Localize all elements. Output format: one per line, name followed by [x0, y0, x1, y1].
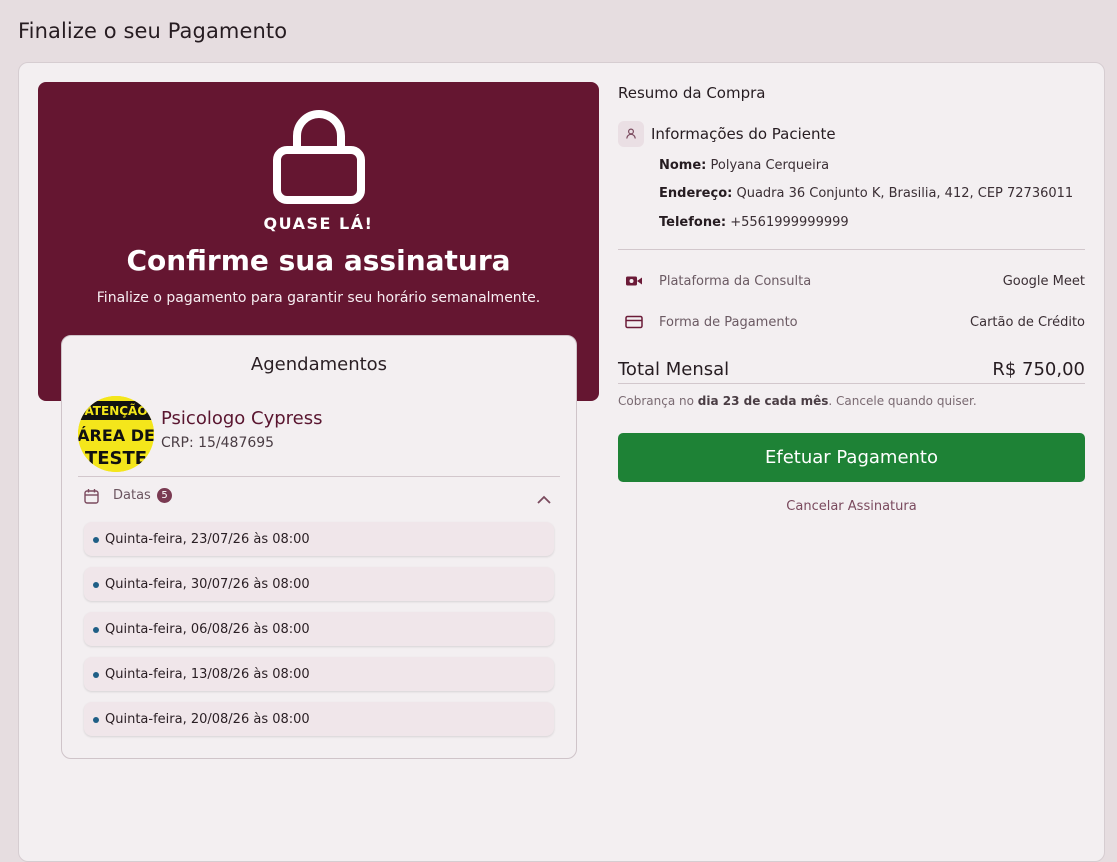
- phone-value: +5561999999999: [730, 215, 849, 230]
- avatar-text-3: TESTE: [85, 448, 147, 469]
- bullet-icon: [93, 672, 99, 678]
- page-title: Finalize o seu Pagamento: [18, 19, 288, 43]
- phone-label: Telefone:: [659, 215, 727, 230]
- name-value: Polyana Cerqueira: [710, 158, 830, 173]
- avatar-text-2: ÁREA DE: [78, 426, 154, 445]
- avatar-text-1: ATENÇÃO: [84, 403, 147, 418]
- hero-title: Confirme sua assinatura: [126, 244, 511, 277]
- date-text: Quinta-feira, 30/07/26 às 08:00: [105, 577, 310, 592]
- date-item: Quinta-feira, 30/07/26 às 08:00: [84, 567, 554, 601]
- psychologist-name: Psicologo Cypress: [161, 408, 323, 429]
- billing-suffix: . Cancele quando quiser.: [828, 394, 977, 408]
- platform-value: Google Meet: [1002, 274, 1085, 289]
- payment-method-label: Forma de Pagamento: [659, 315, 798, 330]
- dates-label: Datas: [113, 488, 151, 503]
- patient-address: Endereço: Quadra 36 Conjunto K, Brasilia…: [659, 186, 1073, 201]
- platform-row: Plataforma da Consulta Google Meet: [618, 270, 1085, 294]
- summary-title: Resumo da Compra: [618, 84, 766, 102]
- bullet-icon: [93, 717, 99, 723]
- bullet-icon: [93, 537, 99, 543]
- lock-icon: [273, 104, 365, 204]
- calendar-icon: [84, 488, 99, 508]
- billing-prefix: Cobrança no: [618, 394, 694, 408]
- address-value: Quadra 36 Conjunto K, Brasilia, 412, CEP…: [736, 186, 1074, 201]
- credit-card-icon: [625, 314, 643, 334]
- total-label: Total Mensal: [618, 359, 730, 380]
- hero-kicker: QUASE LÁ!: [263, 214, 374, 233]
- total-value: R$ 750,00: [992, 359, 1085, 380]
- chevron-up-icon[interactable]: [536, 490, 552, 509]
- divider: [78, 476, 560, 477]
- divider: [618, 249, 1085, 250]
- schedule-card: Agendamentos ATENÇÃO ÁREA DE TESTE Psico…: [61, 335, 577, 759]
- patient-info-header: Informações do Paciente: [651, 125, 836, 143]
- date-item: Quinta-feira, 23/07/26 às 08:00: [84, 522, 554, 556]
- psychologist-avatar: ATENÇÃO ÁREA DE TESTE: [78, 396, 154, 472]
- date-text: Quinta-feira, 06/08/26 às 08:00: [105, 622, 310, 637]
- billing-note: Cobrança no dia 23 de cada mês. Cancele …: [618, 394, 977, 408]
- date-item: Quinta-feira, 20/08/26 às 08:00: [84, 702, 554, 736]
- payment-method-value: Cartão de Crédito: [970, 315, 1085, 330]
- date-text: Quinta-feira, 20/08/26 às 08:00: [105, 712, 310, 727]
- patient-phone: Telefone: +5561999999999: [659, 215, 849, 230]
- bullet-icon: [93, 582, 99, 588]
- psychologist-crp: CRP: 15/487695: [161, 435, 275, 451]
- billing-day: dia 23 de cada mês: [697, 394, 829, 408]
- user-icon: [618, 121, 644, 147]
- platform-label: Plataforma da Consulta: [659, 274, 812, 289]
- date-text: Quinta-feira, 23/07/26 às 08:00: [105, 532, 310, 547]
- hero-subtitle: Finalize o pagamento para garantir seu h…: [96, 290, 541, 306]
- address-label: Endereço:: [659, 186, 733, 201]
- name-label: Nome:: [659, 158, 707, 173]
- video-camera-icon: [625, 273, 643, 293]
- payment-method-row: Forma de Pagamento Cartão de Crédito: [618, 311, 1085, 335]
- pay-button[interactable]: Efetuar Pagamento: [618, 433, 1085, 482]
- divider: [618, 383, 1085, 384]
- bullet-icon: [93, 627, 99, 633]
- dates-count-badge: 5: [157, 488, 172, 503]
- cancel-subscription-link[interactable]: Cancelar Assinatura: [618, 499, 1085, 514]
- dates-accordion-header[interactable]: Datas 5: [84, 486, 554, 508]
- date-item: Quinta-feira, 06/08/26 às 08:00: [84, 612, 554, 646]
- patient-name: Nome: Polyana Cerqueira: [659, 158, 829, 173]
- date-text: Quinta-feira, 13/08/26 às 08:00: [105, 667, 310, 682]
- date-item: Quinta-feira, 13/08/26 às 08:00: [84, 657, 554, 691]
- schedule-title: Agendamentos: [250, 354, 388, 375]
